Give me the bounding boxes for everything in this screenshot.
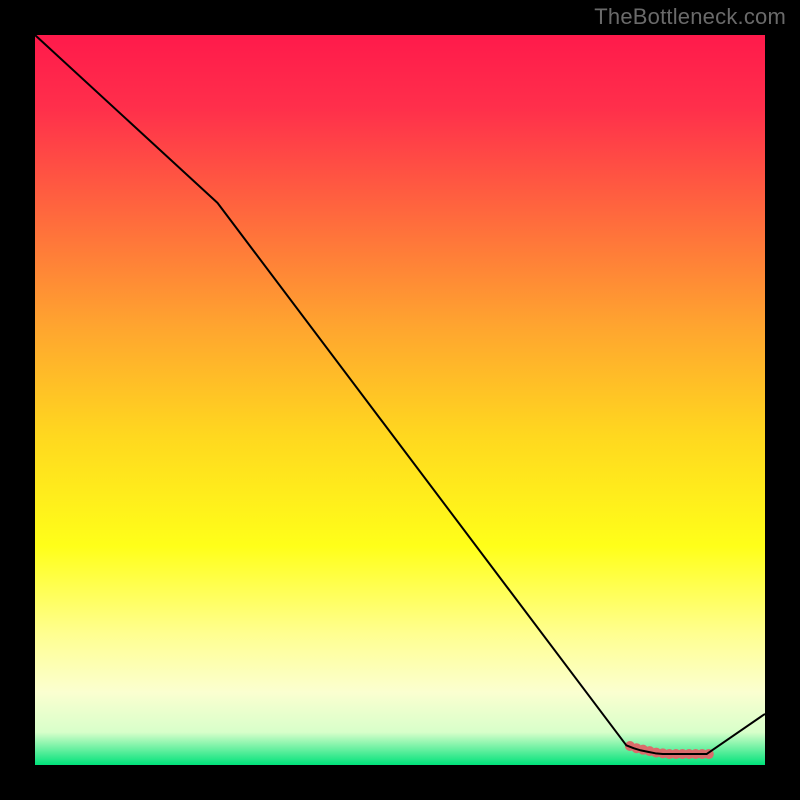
plot-background [35,35,765,765]
bottleneck-chart [0,0,800,800]
chart-frame: TheBottleneck.com [0,0,800,800]
